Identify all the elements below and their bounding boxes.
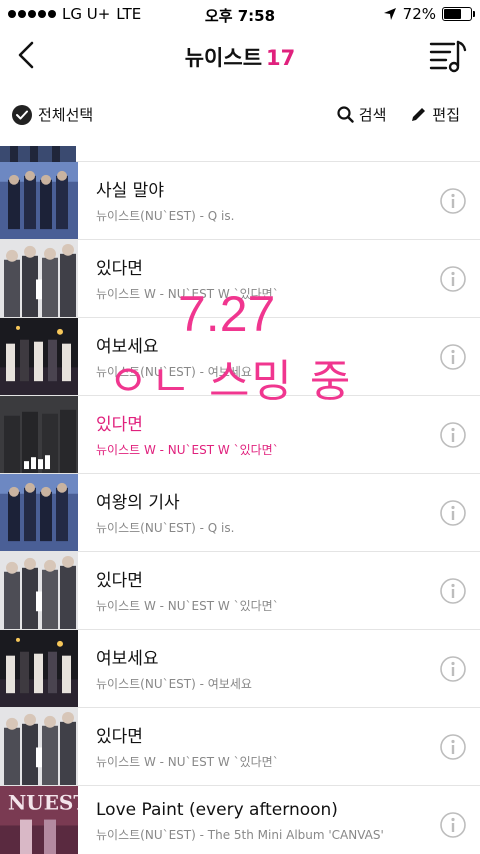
info-icon[interactable] [440,188,466,214]
list-toolbar: 전체선택 검색 편집 [0,92,480,136]
svg-text:NUEST: NUEST [8,791,78,815]
song-subtitle: 뉴이스트(NU`EST) - The 5th Mini Album 'CANVA… [96,828,384,842]
song-list[interactable]: 사실 말야 뉴이스트(NU`EST) - Q is. 있다면 뉴이스트 W - NU`… [0,146,480,854]
album-art [0,708,78,785]
album-art [0,630,78,707]
album-art [0,240,78,317]
location-arrow-icon [383,8,396,20]
list-item[interactable]: NUEST Love Paint (every afternoon) 뉴이스트(NU… [0,786,480,854]
status-right: 72% [383,5,475,23]
album-art [0,146,76,162]
status-bar: LG U+ LTE 오후 7:58 72% [0,0,480,28]
song-text: 있다면뉴이스트 W - NU`EST W `있다면` [96,566,426,614]
song-title: 여왕의 기사 [96,493,180,513]
song-text: 있다면뉴이스트 W - NU`EST W `있다면` [96,722,426,770]
song-title: Love Paint (every afternoon) [96,800,338,820]
song-title: 있다면 [96,259,143,279]
overlay-caption: ㅇㄴ 스밍 중 [108,356,353,407]
song-text: 여보세요뉴이스트(NU`EST) - 여보세요 [96,644,426,692]
info-icon[interactable] [440,656,466,682]
album-art: NUEST [0,786,78,854]
song-subtitle: 뉴이스트(NU`EST) - 여보세요 [96,677,252,691]
list-item[interactable]: 여왕의 기사뉴이스트(NU`EST) - Q is. [0,474,480,552]
info-icon[interactable] [440,578,466,604]
overlay-date: 7.27 [178,286,276,342]
album-art [0,318,78,395]
toolbar-actions: 검색 편집 [337,104,460,125]
page-title: 뉴이스트 17 [0,42,480,72]
select-all-label: 전체선택 [38,106,94,124]
artist-name: 뉴이스트 [184,46,263,70]
info-icon[interactable] [440,500,466,526]
edit-button[interactable]: 편집 [410,104,460,125]
song-text: Love Paint (every afternoon) 뉴이스트(NU`EST)… [96,800,426,843]
song-text: 여왕의 기사뉴이스트(NU`EST) - Q is. [96,488,426,536]
song-subtitle: 뉴이스트(NU`EST) - Q is. [96,521,235,535]
song-count: 17 [266,46,296,70]
song-title: 여보세요 [96,649,159,669]
list-item[interactable]: 사실 말야뉴이스트(NU`EST) - Q is. [0,162,480,240]
edit-label: 편집 [432,106,460,124]
pencil-icon [412,108,426,121]
list-item[interactable]: 있다면뉴이스트 W - NU`EST W `있다면` [0,552,480,630]
song-subtitle: 뉴이스트 W - NU`EST W `있다면` [96,755,279,769]
nav-bar: 뉴이스트 17 [0,28,480,84]
album-art [0,474,78,551]
battery-percent: 72% [402,5,436,23]
info-icon[interactable] [440,422,466,448]
song-title: 있다면 [96,571,143,591]
song-subtitle: 뉴이스트 W - NU`EST W `있다면` [96,443,279,457]
info-icon[interactable] [440,344,466,370]
song-title: 사실 말야 [96,181,164,201]
list-item-partial[interactable] [0,146,480,162]
search-button[interactable]: 검색 [337,104,387,125]
check-icon [12,104,32,125]
album-art [0,396,78,473]
select-all-button[interactable]: 전체선택 [12,104,93,125]
search-label: 검색 [358,106,387,124]
song-title: 있다면 [96,727,143,747]
playlist-icon[interactable] [428,38,468,74]
song-title: 있다면 [96,415,143,435]
search-icon [337,106,354,123]
info-icon[interactable] [440,266,466,292]
info-icon[interactable] [440,812,466,838]
song-subtitle: 뉴이스트(NU`EST) - Q is. [96,209,235,223]
song-subtitle: 뉴이스트 W - NU`EST W `있다면` [96,599,279,613]
info-icon[interactable] [440,734,466,760]
album-art [0,552,78,629]
list-item[interactable]: 여보세요뉴이스트(NU`EST) - 여보세요 [0,630,480,708]
song-text: 사실 말야뉴이스트(NU`EST) - Q is. [96,176,426,224]
song-text: 있다면뉴이스트 W - NU`EST W `있다면` [96,410,426,458]
album-art [0,162,78,239]
battery-icon [442,7,475,21]
list-item[interactable]: 있다면뉴이스트 W - NU`EST W `있다면` [0,708,480,786]
battery-fill [444,9,462,19]
